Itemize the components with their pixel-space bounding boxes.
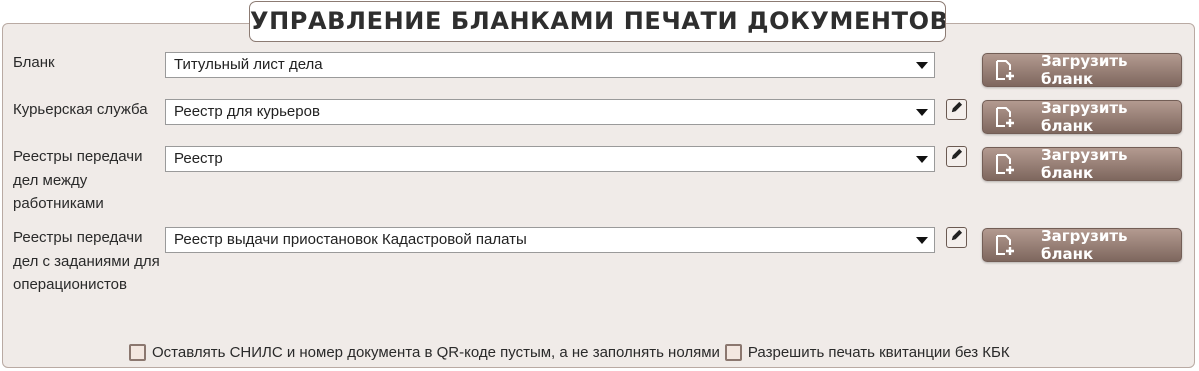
upload-blank-label: Загрузить бланк	[1041, 99, 1128, 135]
upload-blank-label: Загрузить бланк	[1041, 227, 1128, 263]
select-transfer-workers-value: Реестр	[174, 150, 223, 167]
page-title: УПРАВЛЕНИЕ БЛАНКАМИ ПЕЧАТИ ДОКУМЕНТОВ	[249, 1, 946, 42]
add-file-icon	[991, 232, 1017, 258]
add-file-icon	[991, 151, 1017, 177]
caret-down-icon	[916, 62, 928, 69]
select-courier[interactable]: Реестр для курьеров	[165, 99, 935, 125]
caret-down-icon	[916, 156, 928, 163]
upload-blank-label: Загрузить бланк	[1041, 52, 1128, 88]
snils-empty-checkbox[interactable]	[129, 344, 146, 361]
option-snils-empty[interactable]: Оставлять СНИЛС и номер документа в QR-к…	[129, 344, 720, 361]
edit-transfer-operators-button[interactable]	[946, 227, 967, 248]
add-file-icon	[991, 57, 1017, 83]
options-row: Оставлять СНИЛС и номер документа в QR-к…	[129, 344, 1015, 361]
select-courier-value: Реестр для курьеров	[174, 103, 320, 120]
label-transfer-workers: Реестры передачи дел между работниками	[13, 148, 143, 212]
pencil-icon	[950, 101, 963, 119]
label-blank: Бланк	[13, 54, 55, 71]
upload-blank-button-2[interactable]: Загрузить бланк	[982, 99, 1182, 135]
caret-down-icon	[916, 237, 928, 244]
option-no-kbk[interactable]: Разрешить печать квитанции без КБК	[724, 344, 1010, 361]
add-file-icon	[991, 104, 1017, 130]
snils-empty-label: Оставлять СНИЛС и номер документа в QR-к…	[152, 344, 720, 361]
edit-courier-button[interactable]	[946, 99, 967, 120]
label-courier: Курьерская служба	[13, 101, 148, 118]
pencil-icon	[950, 148, 963, 166]
select-blank-value: Титульный лист дела	[174, 56, 323, 73]
upload-blank-button-4[interactable]: Загрузить бланк	[982, 227, 1182, 263]
select-transfer-workers[interactable]: Реестр	[165, 146, 935, 172]
upload-blank-button-3[interactable]: Загрузить бланк	[982, 146, 1182, 182]
no-kbk-checkbox[interactable]	[724, 344, 742, 361]
caret-down-icon	[916, 109, 928, 116]
upload-blank-label: Загрузить бланк	[1041, 146, 1128, 182]
select-blank[interactable]: Титульный лист дела	[165, 52, 935, 78]
select-transfer-operators-value: Реестр выдачи приостановок Кадастровой п…	[174, 231, 527, 248]
edit-transfer-workers-button[interactable]	[946, 146, 967, 167]
label-transfer-operators: Реестры передачи дел с заданиями для опе…	[13, 229, 160, 293]
pencil-icon	[950, 229, 963, 247]
no-kbk-label: Разрешить печать квитанции без КБК	[747, 344, 1010, 361]
select-transfer-operators[interactable]: Реестр выдачи приостановок Кадастровой п…	[165, 227, 935, 253]
upload-blank-button-1[interactable]: Загрузить бланк	[982, 52, 1182, 88]
